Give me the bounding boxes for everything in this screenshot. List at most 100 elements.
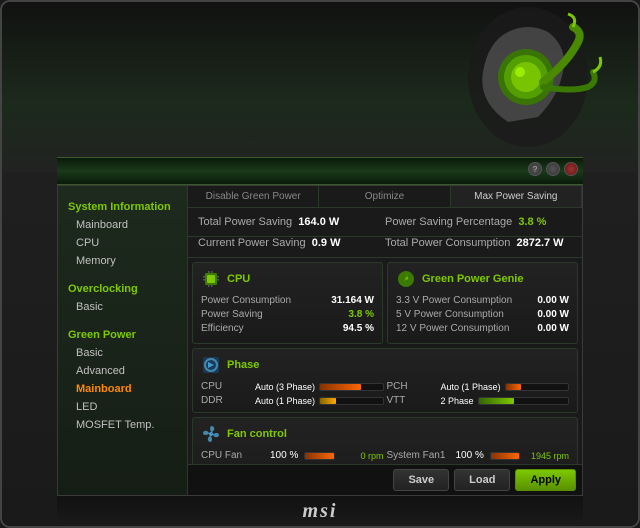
v5-row: 5 V Power Consumption 0.00 W: [396, 309, 569, 320]
fan-grid: CPU Fan 100 % 0 rpm System Fan2 100: [201, 450, 569, 464]
sidebar-item-led[interactable]: LED: [58, 398, 187, 416]
v12-value: 0.00 W: [537, 323, 569, 334]
sidebar-item-basic-gp[interactable]: Basic: [58, 344, 187, 362]
fan-header: Fan control: [201, 424, 569, 444]
phase-ddr-progress: [319, 397, 383, 405]
tab-bar: Disable Green Power Optimize Max Power S…: [188, 186, 582, 208]
phase-ddr-label: DDR: [201, 395, 251, 406]
v33-label: 3.3 V Power Consumption: [396, 295, 512, 306]
app-container: Control Center ? System Information Main…: [0, 0, 640, 528]
cpu-power-consumption-row: Power Consumption 31.164 W: [201, 295, 374, 306]
v33-value: 0.00 W: [537, 295, 569, 306]
header-area: [2, 2, 638, 172]
sidebar-item-memory[interactable]: Memory: [58, 252, 187, 270]
action-bar: Save Load Apply: [188, 464, 582, 495]
phase-vtt-label: VTT: [387, 395, 437, 406]
total-power-saving: Total Power Saving 164.0 W: [198, 216, 385, 228]
phase-cpu-progress: [319, 383, 383, 391]
phase-cpu-value: Auto (3 Phase): [255, 382, 315, 392]
v5-label: 5 V Power Consumption: [396, 309, 504, 320]
cpu-power-saving-label: Power Saving: [201, 309, 263, 320]
fan-sys1-pct: 100 %: [456, 450, 486, 461]
sidebar-section-system-info: System Information: [58, 196, 187, 216]
phase-cpu-row: CPU Auto (3 Phase): [201, 381, 384, 392]
logo-creature: [448, 2, 608, 152]
power-saving-pct-value: 3.8 %: [518, 216, 546, 228]
fan-cpu-label: CPU Fan: [201, 450, 266, 461]
total-power-saving-value: 164.0 W: [298, 216, 339, 228]
cpu-efficiency-label: Efficiency: [201, 323, 244, 334]
phase-ddr-row: DDR Auto (1 Phase): [201, 395, 384, 406]
minimize-button[interactable]: [546, 162, 560, 176]
help-button[interactable]: ?: [528, 162, 542, 176]
phase-pch-progress: [505, 383, 569, 391]
fan-cpu-progress: [304, 452, 335, 460]
cpu-panel-header: CPU: [201, 269, 374, 289]
v12-row: 12 V Power Consumption 0.00 W: [396, 323, 569, 334]
phase-pch-row: PCH Auto (1 Phase): [387, 381, 570, 392]
cpu-panel: CPU Power Consumption 31.164 W Power Sav…: [192, 262, 383, 344]
sidebar: System Information Mainboard CPU Memory …: [58, 186, 188, 495]
cpu-power-consumption-value: 31.164 W: [331, 295, 374, 306]
cpu-efficiency-row: Efficiency 94.5 %: [201, 323, 374, 334]
total-power-consumption-label: Total Power Consumption: [385, 237, 510, 249]
fan-panel: Fan control CPU Fan 100 %: [192, 417, 578, 464]
sidebar-item-mainboard-gp[interactable]: Mainboard: [58, 380, 187, 398]
green-power-panel: Green Power Genie 3.3 V Power Consumptio…: [387, 262, 578, 344]
cpu-efficiency-value: 94.5 %: [343, 323, 374, 334]
window-controls: ?: [528, 162, 578, 176]
fan-panel-wrapper: Fan control CPU Fan 100 %: [192, 417, 578, 464]
total-power-consumption: Total Power Consumption 2872.7 W: [385, 237, 572, 249]
fan-cpu-pct: 100 %: [270, 450, 300, 461]
msi-logo: msi: [303, 500, 338, 523]
green-power-panel-title: Green Power Genie: [422, 273, 523, 285]
close-button[interactable]: [564, 162, 578, 176]
tab-disable-green-power[interactable]: Disable Green Power: [188, 186, 319, 207]
phase-vtt-value: 2 Phase: [441, 396, 474, 406]
main-layout: System Information Mainboard CPU Memory …: [57, 185, 583, 496]
fan-cpu-fill: [305, 453, 334, 459]
green-power-icon: [396, 269, 416, 289]
phase-pch-label: PCH: [387, 381, 437, 392]
fan-sys1-rpm: 1945 rpm: [524, 451, 569, 461]
tab-max-power-saving[interactable]: Max Power Saving: [451, 186, 582, 207]
fan-col-left: CPU Fan 100 % 0 rpm System Fan2 100: [201, 450, 384, 464]
phase-vtt-row: VTT 2 Phase: [387, 395, 570, 406]
tab-optimize[interactable]: Optimize: [319, 186, 450, 207]
fan-cpu-row: CPU Fan 100 % 0 rpm: [201, 450, 384, 461]
phase-vtt-progress: [478, 397, 569, 405]
msi-logo-bar: msi: [57, 496, 583, 526]
cpu-power-saving-value: 3.8 %: [348, 309, 374, 320]
fan-sys1-label: System Fan1: [387, 450, 452, 461]
fan-icon: [201, 424, 221, 444]
phase-panel-title: Phase: [227, 359, 259, 371]
phase-panel: Phase CPU Auto (3 Phase): [192, 348, 578, 413]
power-saving-pct: Power Saving Percentage 3.8 %: [385, 216, 572, 228]
total-power-saving-label: Total Power Saving: [198, 216, 292, 228]
current-power-saving-label: Current Power Saving: [198, 237, 306, 249]
phase-ddr-fill: [320, 398, 336, 404]
sidebar-item-mosfet[interactable]: MOSFET Temp.: [58, 416, 187, 434]
cpu-power-saving-row: Power Saving 3.8 %: [201, 309, 374, 320]
sidebar-item-mainboard[interactable]: Mainboard: [58, 216, 187, 234]
fan-sys1-progress: [490, 452, 521, 460]
sidebar-item-cpu[interactable]: CPU: [58, 234, 187, 252]
phase-pch-value: Auto (1 Phase): [441, 382, 501, 392]
current-power-saving: Current Power Saving 0.9 W: [198, 237, 385, 249]
phase-header: Phase: [201, 355, 569, 375]
sidebar-section-overclocking: Overclocking: [58, 278, 187, 298]
fan-sys1-fill: [491, 453, 520, 459]
sidebar-item-advanced[interactable]: Advanced: [58, 362, 187, 380]
phase-pch-fill: [506, 384, 522, 390]
sidebar-item-basic-oc[interactable]: Basic: [58, 298, 187, 316]
save-button[interactable]: Save: [393, 469, 449, 491]
fan-panel-title: Fan control: [227, 428, 287, 440]
title-bar: Control Center: [57, 157, 583, 185]
sidebar-section-green-power: Green Power: [58, 324, 187, 344]
phase-cpu-fill: [320, 384, 361, 390]
apply-button[interactable]: Apply: [515, 469, 576, 491]
stats-row: Total Power Saving 164.0 W Power Saving …: [188, 208, 582, 237]
load-button[interactable]: Load: [454, 469, 510, 491]
phase-grid: CPU Auto (3 Phase) PCH Auto (1 Phase): [201, 381, 569, 406]
v33-row: 3.3 V Power Consumption 0.00 W: [396, 295, 569, 306]
